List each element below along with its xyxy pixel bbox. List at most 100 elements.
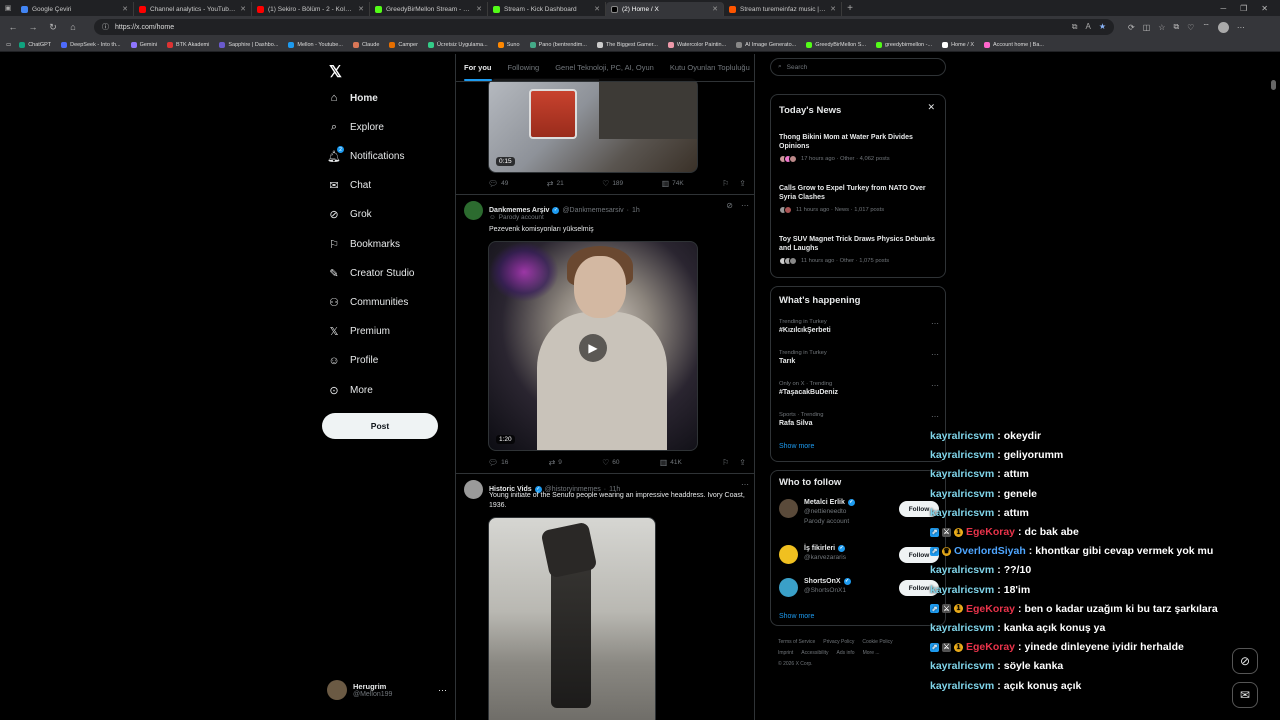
tab-close-icon[interactable]: ✕ [712,5,718,13]
heart-extension-icon[interactable]: ♡ [1187,23,1194,32]
views-button[interactable]: ▥ 41K [660,458,682,467]
avatar[interactable] [779,499,798,518]
trend-item[interactable]: Trending in Turkey Tarık ⋯ [779,350,939,365]
tab-close-icon[interactable]: ✕ [594,5,600,13]
tab-close-icon[interactable]: ✕ [358,5,364,13]
bookmark-item[interactable]: AI Image Generato... [736,41,796,48]
account-more-icon[interactable]: ⋯ [438,685,447,696]
nav-item-chat[interactable]: ✉ Chat [327,175,371,197]
bookmark-item[interactable]: Claude [352,41,379,48]
bookmark-item[interactable]: BTK Akademi [167,41,209,48]
browser-tab[interactable]: (1) Sekiro - Bölüm - 2 - Kolay Boss ✕ [252,2,370,16]
avatar[interactable] [464,201,483,220]
tab-close-icon[interactable]: ✕ [476,5,482,13]
address-bar[interactable]: ⓘ https://x.com/home ⧉ A ★ [94,19,1114,35]
grok-floating-button[interactable]: ⊘ [1232,648,1258,674]
tab-genel-teknoloji[interactable]: Genel Teknoloji, PC, AI, Oyun [555,63,654,72]
browser-profile-avatar[interactable] [1217,21,1229,33]
avatar[interactable] [779,545,798,564]
browser-tab[interactable]: Channel analytics - YouTube Studio ✕ [134,2,252,16]
home-browser-icon[interactable]: ⌂ [66,20,80,34]
bookmark-item[interactable]: Gemini [130,41,157,48]
share-icon[interactable]: ⇪ [739,458,746,467]
maximize-icon[interactable]: ❐ [1240,4,1247,13]
tab-close-icon[interactable]: ✕ [240,5,246,13]
browser-tab[interactable]: (2) Home / X ✕ [606,2,724,16]
reload-icon[interactable]: ↻ [46,20,60,34]
tweet-video-standup[interactable]: ▶ 1:20 [488,241,698,451]
footer-link[interactable]: More ... [863,650,880,656]
trend-more-icon[interactable]: ⋯ [931,381,939,390]
news-item[interactable]: Calls Grow to Expel Turkey from NATO Ove… [779,184,939,214]
footer-link[interactable]: Terms of Service [778,639,815,645]
grok-explain-icon[interactable]: ⊘ [726,201,733,220]
show-more-link[interactable]: Show more [779,613,814,620]
footer-link[interactable]: Imprint [778,650,793,656]
bookmark-item[interactable]: Pano (bentrendim... [529,41,587,48]
play-icon[interactable]: ▶ [579,334,607,362]
post-button[interactable]: Post [322,413,438,439]
browser-tab[interactable]: GreedyBirMellon Stream - Watch Li✕ [370,2,488,16]
repost-button[interactable]: ⇄ 9 [549,458,562,467]
x-logo-icon[interactable]: 𝕏 [329,62,342,82]
window-menu-icon[interactable]: ▣ [0,0,16,16]
tweet-time[interactable]: 1h [632,207,640,214]
tweet-author-name[interactable]: Dankmemes Arşiv [489,207,549,214]
bookmark-item[interactable]: Account home | Ba... [984,41,1044,48]
translate-icon[interactable]: ⧉ [1072,22,1078,32]
bookmark-item[interactable]: Mellon - Youtube... [288,41,343,48]
vpn-icon[interactable]: ⌔ [1202,22,1210,32]
bookmark-item[interactable]: GreedyBirMellon S... [806,41,866,48]
news-item[interactable]: Thong Bikini Mom at Water Park Divides O… [779,133,939,163]
split-screen-icon[interactable]: ◫ [1143,23,1151,32]
tweet-more-icon[interactable]: ⋯ [741,201,749,220]
bookmark-item[interactable]: Sapphire | Dashbo... [219,41,278,48]
bookmarks-folder-icon[interactable]: ▭ [6,42,11,48]
minimize-icon[interactable]: ─ [1220,4,1226,13]
avatar[interactable] [779,578,798,597]
bookmark-item[interactable]: Suno [497,41,520,48]
reply-button[interactable]: 💬︎ 49 [488,179,508,188]
trend-item[interactable]: Only on X · Trending #TaşacakBuDeniz ⋯ [779,381,939,396]
nav-item-profile[interactable]: ☺ Profile [327,350,378,372]
account-switcher[interactable]: Herugrim @Mellon199 ⋯ [327,680,447,700]
tweet-video-food[interactable]: 0:15 [488,78,698,173]
browser-tab[interactable]: Stream turemeinfaz music | Listen ✕ [724,2,842,16]
nav-item-home[interactable]: ⌂ Home [327,87,378,109]
forward-icon[interactable]: → [26,20,40,34]
like-button[interactable]: ♡ 189 [602,179,623,188]
bookmark-item[interactable]: Camper [389,41,418,48]
search-input[interactable]: ⌕ Search [770,58,946,76]
nav-item-communities[interactable]: ⚇ Communities [327,291,408,313]
tab-close-icon[interactable]: ✕ [122,5,128,13]
bookmark-icon[interactable]: ⚐ [722,179,729,188]
nav-item-premium[interactable]: 𝕏 Premium [327,321,390,343]
news-item[interactable]: Toy SUV Magnet Trick Draws Physics Debun… [779,235,939,265]
tweet-author-handle[interactable]: @Dankmemesarsiv [562,207,623,214]
bookmark-item[interactable]: Ücretsiz Uygulama... [427,41,488,48]
nav-item-more[interactable]: ⊙ More [327,379,372,401]
bookmark-item[interactable]: The Biggest Gamer... [596,41,658,48]
trend-more-icon[interactable]: ⋯ [931,319,939,328]
browser-tab[interactable]: Google Çeviri ✕ [16,2,134,16]
trend-more-icon[interactable]: ⋯ [931,350,939,359]
tab-kutu-oyunlari[interactable]: Kutu Oyunları Topluluğu [670,63,750,72]
trend-item[interactable]: Trending in Turkey #KızılcıkŞerbeti ⋯ [779,319,939,334]
trend-more-icon[interactable]: ⋯ [931,412,939,421]
new-tab-button[interactable]: + [842,3,858,14]
nav-item-grok[interactable]: ⊘ Grok [327,204,371,226]
bookmark-item[interactable]: Home / X [942,41,974,48]
bookmark-item[interactable]: DeepSeek - Into th... [61,41,121,48]
nav-item-notifications[interactable]: 🔔︎ 2 Notifications [327,145,404,167]
footer-link[interactable]: Privacy Policy [823,639,854,645]
repost-button[interactable]: ⇄ 21 [547,179,564,188]
nav-item-bookmarks[interactable]: ⚐ Bookmarks [327,233,400,255]
share-icon[interactable]: ⇪ [739,179,746,188]
footer-link[interactable]: Cookie Policy [862,639,892,645]
tab-for-you[interactable]: For you [464,63,492,81]
avatar[interactable] [464,480,483,499]
messages-floating-button[interactable]: ✉ [1232,682,1258,708]
tweet-photo-senufo[interactable] [488,517,656,720]
footer-link[interactable]: © 2026 X Corp. [778,661,813,667]
trend-item[interactable]: Sports · Trending Rafa Silva ⋯ [779,412,939,427]
